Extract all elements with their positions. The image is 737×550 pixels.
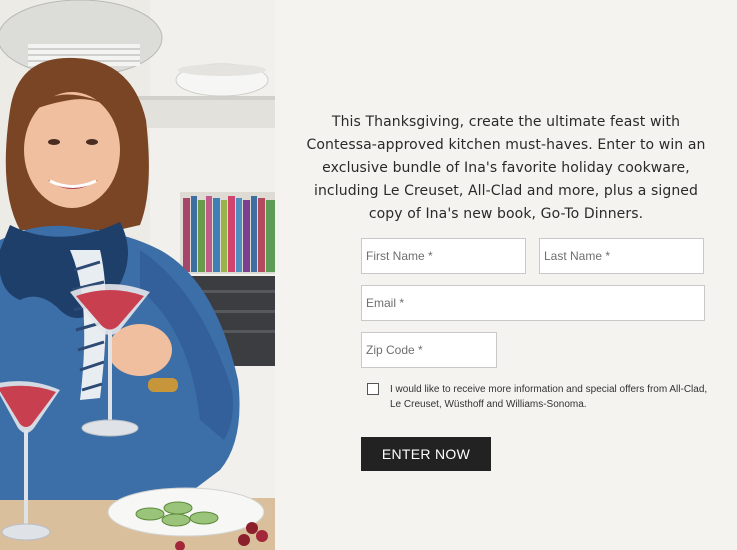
hero-photo (0, 0, 275, 550)
enter-now-button[interactable]: ENTER NOW (361, 437, 491, 471)
first-name-field[interactable] (361, 238, 526, 274)
zip-code-field[interactable] (361, 332, 497, 368)
last-name-field[interactable] (539, 238, 704, 274)
hero-photo-illustration (0, 0, 275, 550)
optin-checkbox[interactable] (367, 383, 379, 395)
optin-label: I would like to receive more information… (390, 384, 708, 410)
sweepstakes-page: This Thanksgiving, create the ultimate f… (0, 0, 737, 550)
intro-text: This Thanksgiving, create the ultimate f… (306, 114, 706, 222)
email-field[interactable] (361, 285, 705, 321)
entry-form-panel: This Thanksgiving, create the ultimate f… (275, 0, 737, 550)
